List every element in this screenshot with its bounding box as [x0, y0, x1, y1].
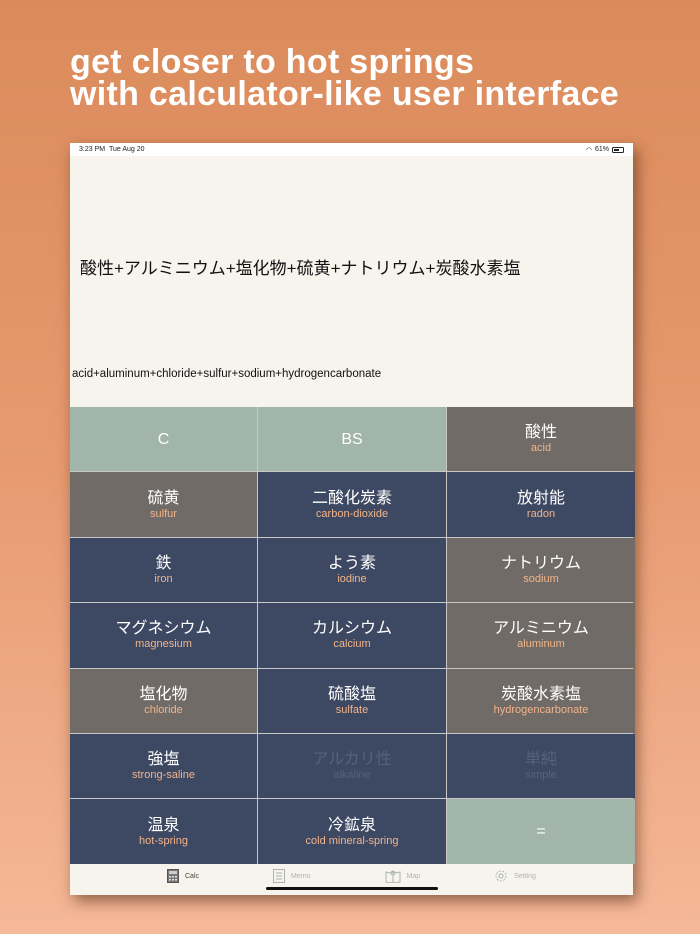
- key-label: ナトリウム: [500, 554, 581, 572]
- key-sublabel: strong-saline: [132, 769, 195, 782]
- battery-icon: [612, 146, 624, 153]
- key-acid[interactable]: 酸性 acid: [447, 407, 635, 472]
- key-c[interactable]: C: [70, 407, 257, 472]
- key-carbon-dioxide[interactable]: 二酸化炭素 carbon-dioxide: [258, 472, 446, 537]
- key-strong-saline[interactable]: 強塩 strong-saline: [70, 733, 257, 799]
- memo-icon: [273, 869, 286, 883]
- key-sublabel: hot-spring: [139, 834, 188, 847]
- key-sublabel: calcium: [333, 638, 371, 651]
- key-label: C: [157, 430, 170, 448]
- display-japanese: 酸性+アルミニウム+塩化物+硫黄+ナトリウム+炭酸水素塩: [80, 259, 521, 278]
- headline-line-2: with calculator-like user interface: [70, 75, 620, 113]
- key-label: 硫酸塩: [327, 685, 376, 703]
- headline-line-1: get closer to hot springs: [70, 43, 475, 81]
- calculator-icon: [167, 869, 179, 883]
- status-bar: 3:23 PM Tue Aug 20 ◠ 61%: [70, 143, 633, 156]
- key-sublabel: chloride: [144, 703, 183, 716]
- app-screen: 3:23 PM Tue Aug 20 ◠ 61% 酸性+アルミニウム+塩化物+硫黄…: [70, 143, 635, 895]
- key-sublabel: magnesium: [135, 638, 192, 651]
- key-iron[interactable]: 鉄 iron: [70, 537, 257, 603]
- key-label: 鉄: [155, 554, 172, 572]
- key-label: マグネシウム: [115, 620, 212, 638]
- key-magnesium[interactable]: マグネシウム magnesium: [70, 603, 257, 668]
- key-iodine[interactable]: よう素 iodine: [258, 537, 446, 603]
- key-label: BS: [341, 430, 363, 448]
- key-sublabel: sodium: [523, 572, 559, 585]
- key-label: アルミニウム: [493, 620, 589, 638]
- key-sublabel: radon: [526, 507, 556, 520]
- wifi-icon: ◠: [585, 146, 592, 154]
- key-sulfur[interactable]: 硫黄 sulfur: [70, 472, 257, 537]
- home-indicator[interactable]: [266, 887, 438, 890]
- map-icon: [385, 870, 400, 883]
- key-sodium[interactable]: ナトリウム sodium: [447, 537, 635, 603]
- key-label: 二酸化炭素: [311, 489, 392, 507]
- gear-icon: [495, 870, 507, 882]
- key-sublabel: sulfate: [335, 703, 369, 716]
- key-calcium[interactable]: カルシウム calcium: [258, 603, 446, 668]
- key-sublabel: carbon-dioxide: [315, 507, 389, 520]
- key-label: 放射能: [516, 489, 565, 507]
- tab-setting[interactable]: Setting: [494, 869, 536, 883]
- key-label: =: [536, 823, 546, 841]
- key-sublabel: iron: [154, 572, 173, 585]
- display-english: acid+aluminum+chloride+sulfur+sodium+hyd…: [72, 368, 382, 380]
- key-aluminum[interactable]: アルミニウム aluminum: [447, 603, 635, 668]
- key-cold-mineral-spring[interactable]: 冷鉱泉 cold mineral-spring: [258, 799, 446, 864]
- key-bs[interactable]: BS: [258, 407, 446, 472]
- key-label: アルカリ性: [312, 751, 392, 769]
- result-display: 酸性+アルミニウム+塩化物+硫黄+ナトリウム+炭酸水素塩 acid+alumin…: [70, 156, 633, 407]
- key-sublabel: cold mineral-spring: [305, 834, 399, 847]
- key-label: 単純: [524, 751, 557, 769]
- key-chloride[interactable]: 塩化物 chloride: [70, 668, 257, 733]
- key-hot-spring[interactable]: 温泉 hot-spring: [70, 799, 257, 864]
- headline: get closer to hot springs with calculato…: [70, 43, 620, 113]
- key-sublabel: acid: [530, 442, 552, 455]
- tab-memo[interactable]: Memo: [273, 869, 310, 883]
- key-sublabel: hydrogencarbonate: [493, 703, 589, 716]
- key-label: カルシウム: [311, 620, 392, 638]
- tab-map[interactable]: Map: [385, 869, 420, 883]
- status-time: 3:23 PM Tue Aug 20: [79, 146, 145, 153]
- key-simple[interactable]: 単純 simple: [447, 733, 635, 799]
- key-sublabel: alkaline: [333, 769, 371, 782]
- key-sublabel: aluminum: [517, 638, 565, 651]
- key-label: 冷鉱泉: [327, 816, 376, 834]
- key-equals[interactable]: =: [447, 799, 635, 864]
- key-sublabel: simple: [525, 769, 557, 782]
- key-sublabel: iodine: [337, 572, 367, 585]
- key-alkaline[interactable]: アルカリ性 alkaline: [258, 733, 446, 799]
- keypad: C BS 酸性 acid 硫黄 sulfur 二酸化炭素 carbon-dioxide 放射能 r…: [70, 407, 635, 864]
- tab-calc[interactable]: Calc: [167, 869, 199, 883]
- key-label: 硫黄: [147, 489, 180, 507]
- key-label: 温泉: [147, 816, 180, 834]
- key-hydrogencarbonate[interactable]: 炭酸水素塩 hydrogencarbonate: [447, 668, 635, 733]
- key-label: よう素: [327, 554, 376, 572]
- key-label: 酸性: [524, 424, 557, 442]
- key-radon[interactable]: 放射能 radon: [447, 472, 635, 537]
- key-sublabel: sulfur: [150, 507, 177, 520]
- key-sulfate[interactable]: 硫酸塩 sulfate: [258, 668, 446, 733]
- key-label: 炭酸水素塩: [500, 685, 581, 703]
- battery-percent: 61%: [594, 146, 609, 153]
- key-label: 塩化物: [139, 685, 188, 703]
- key-label: 強塩: [147, 751, 180, 769]
